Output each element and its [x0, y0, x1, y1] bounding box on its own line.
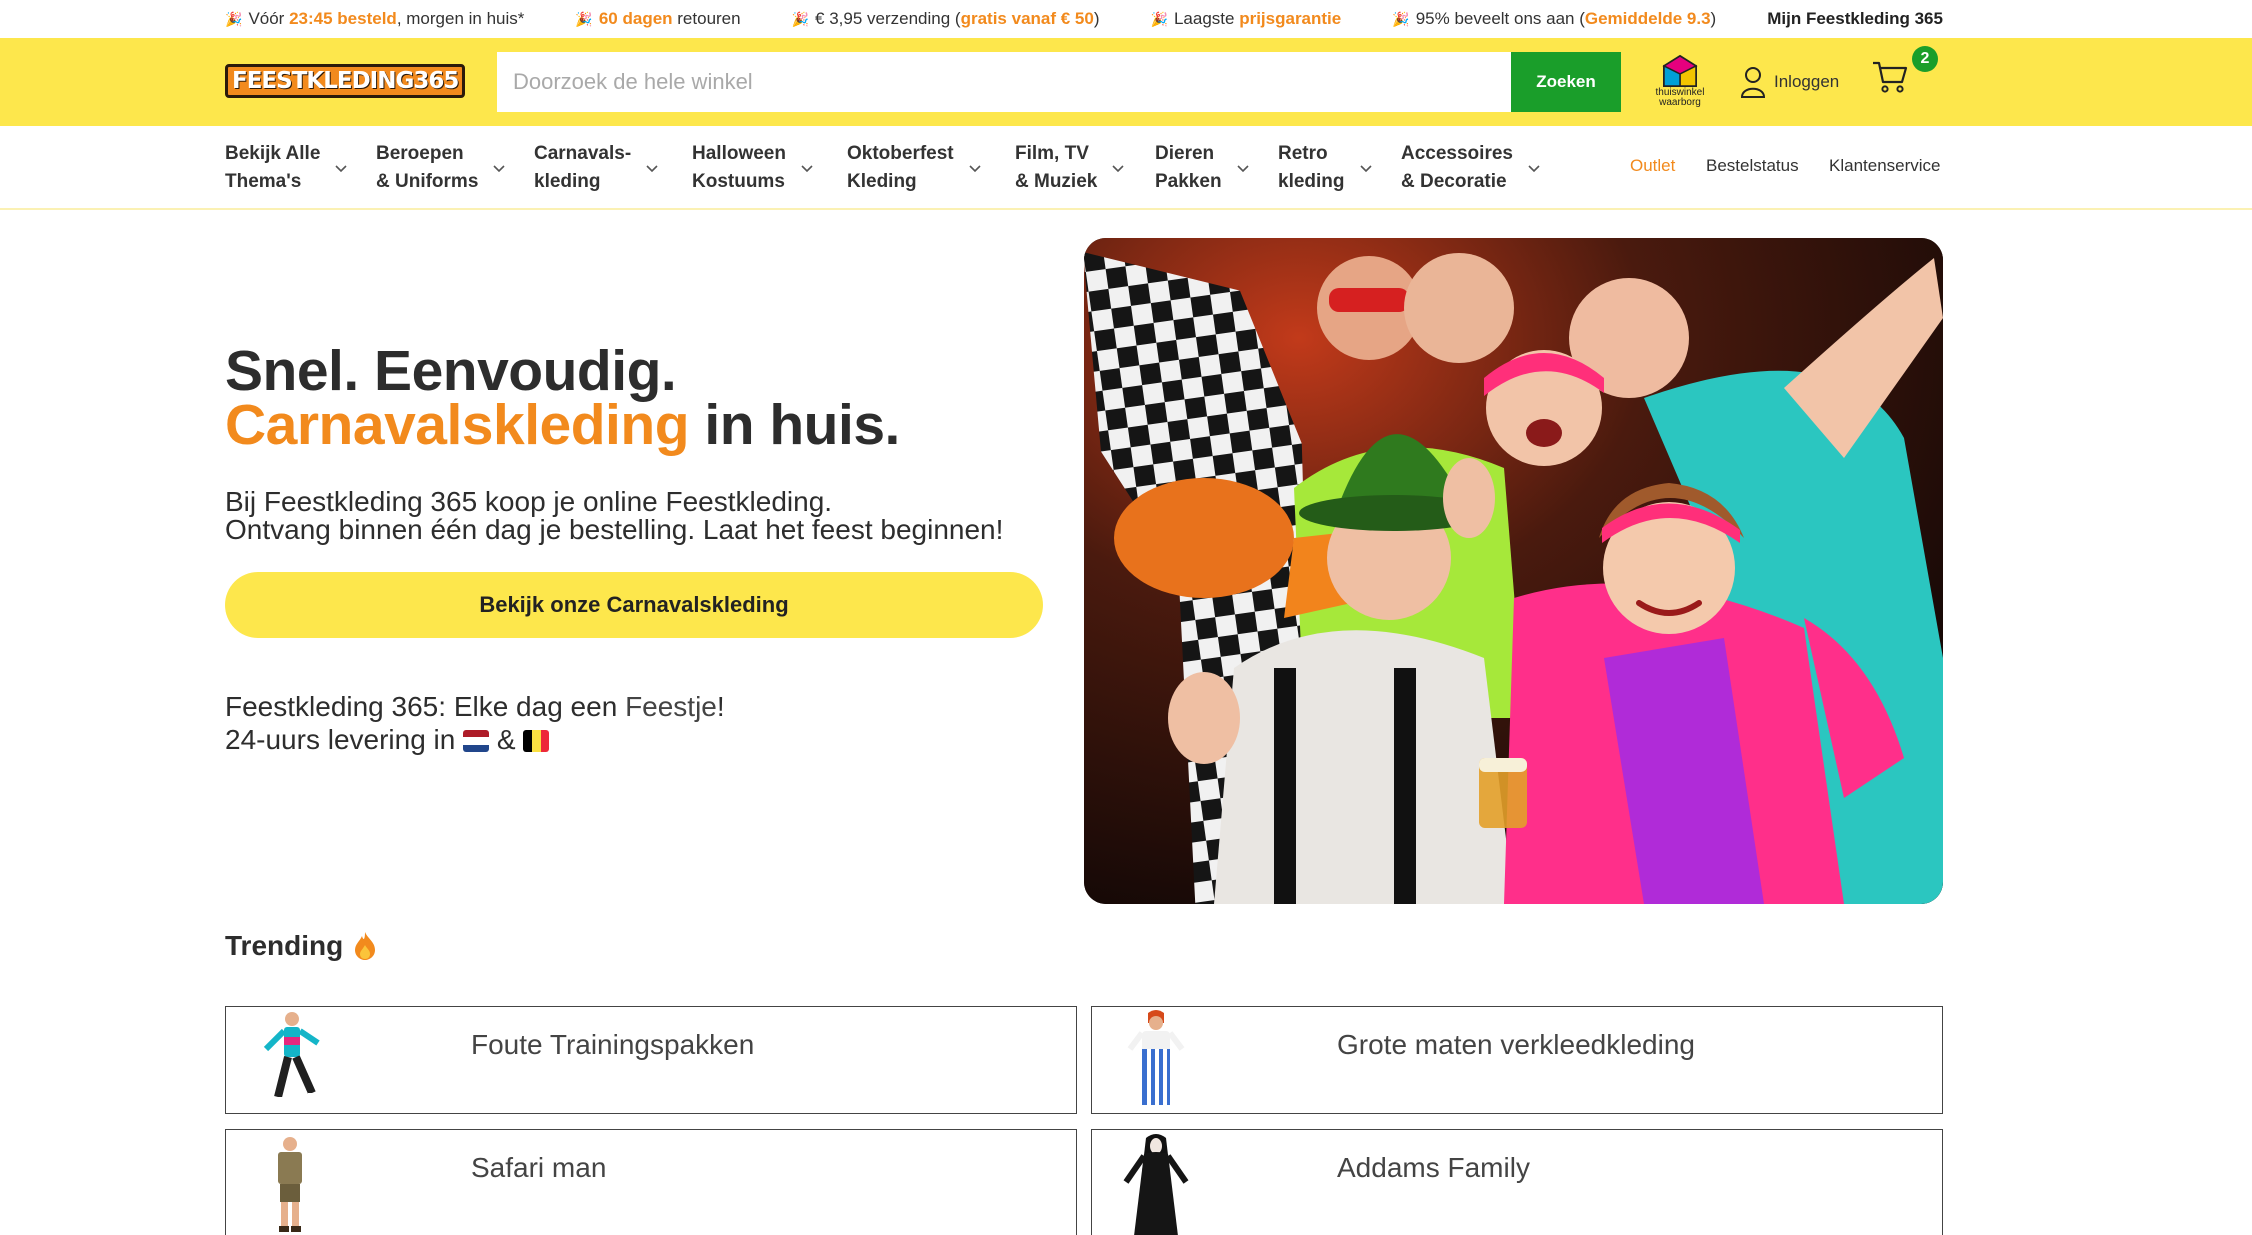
cart-button[interactable]: 2	[1872, 46, 1938, 104]
fire-icon	[355, 932, 376, 960]
nav-item-animal-suits[interactable]: Dieren Pakken	[1155, 140, 1250, 196]
chevron-down-icon	[646, 165, 658, 173]
nav-label: Accessoires & Decoratie	[1401, 143, 1513, 192]
party-crowd-illustration	[1084, 238, 1943, 904]
chevron-down-icon	[1359, 165, 1372, 173]
card-title: Foute Trainingspakken	[471, 1029, 755, 1060]
tagline-text: !	[716, 691, 725, 722]
view-carnival-button[interactable]: Bekijk onze Carnavalskleding	[225, 572, 1043, 638]
nav-outlet-link[interactable]: Outlet	[1630, 156, 1675, 176]
chevron-down-icon	[1528, 165, 1540, 173]
hero-heading-highlight: Carnavalskleding	[225, 393, 690, 457]
my-account-link[interactable]: Mijn Feestkleding 365	[1767, 9, 1943, 29]
thuiswinkel-waarborg-badge[interactable]: thuiswinkel waarborg	[1648, 54, 1712, 112]
user-icon	[1740, 67, 1766, 98]
search-button[interactable]: Zoeken	[1511, 52, 1621, 112]
trending-card-tracksuits[interactable]: Foute Trainingspakken	[225, 1006, 1077, 1114]
card-title: Addams Family	[1337, 1152, 1530, 1183]
shopping-cart-icon	[1873, 61, 1908, 93]
chevron-down-icon	[801, 165, 813, 173]
nav-label: Film, TV & Muziek	[1015, 143, 1098, 192]
party-popper-icon: 🎉	[575, 10, 593, 27]
nav-item-retro[interactable]: Retro kleding	[1278, 140, 1373, 196]
site-header: FEESTKLEDING365 Zoeken thuiswinkel waarb…	[0, 38, 2252, 126]
nav-item-professions[interactable]: Beroepen & Uniforms	[376, 140, 506, 196]
tagline-text: &	[489, 724, 524, 755]
usp-item: 🎉 € 3,95 verzending (gratis vanaf € 50)	[791, 9, 1100, 28]
main-navigation: Bekijk Alle Thema's Beroepen & Uniforms …	[0, 126, 2252, 210]
nav-item-accessories[interactable]: Accessoires & Decoratie	[1401, 140, 1541, 196]
nav-item-oktoberfest[interactable]: Oktoberfest Kleding	[847, 140, 982, 196]
feestje-link[interactable]: Feestje	[625, 691, 717, 722]
usp-bar: 🎉 Vóór 23:45 besteld, morgen in huis* 🎉 …	[0, 0, 2252, 38]
nav-label: Retro kleding	[1278, 143, 1345, 192]
trending-card-addams-family[interactable]: Addams Family	[1091, 1129, 1943, 1235]
usp-item: 🎉 Laagste prijsgarantie	[1150, 9, 1342, 28]
hero-subtitle: Bij Feestkleding 365 koop je online Fees…	[225, 488, 1003, 544]
hero-heading: Snel. Eenvoudig. Carnavalskleding in hui…	[225, 343, 900, 454]
party-popper-icon: 🎉	[225, 10, 243, 27]
chevron-down-icon	[1236, 165, 1249, 173]
chevron-down-icon	[493, 165, 505, 173]
tracksuit-costume-thumbnail	[263, 1012, 320, 1103]
addams-family-costume-thumbnail	[1123, 1134, 1189, 1235]
hero-subtitle-line: Ontvang binnen één dag je bestelling. La…	[225, 514, 1004, 545]
party-popper-icon: 🎉	[791, 10, 810, 27]
nav-item-halloween[interactable]: Halloween Kostuums	[692, 140, 814, 196]
trending-card-safari-man[interactable]: Safari man	[225, 1129, 1077, 1235]
hero-heading-line2: in huis.	[689, 393, 900, 457]
login-label: Inloggen	[1774, 72, 1840, 91]
safari-costume-thumbnail	[278, 1137, 302, 1232]
nav-label: Beroepen & Uniforms	[376, 143, 479, 192]
waarborg-label: waarborg	[1659, 97, 1701, 108]
card-title: Grote maten verkleedkleding	[1337, 1029, 1695, 1060]
flag-belgium-icon	[523, 730, 550, 752]
hero-tagline: Feestkleding 365: Elke dag een Feestje! …	[225, 690, 725, 756]
flag-netherlands-icon	[463, 730, 490, 752]
nav-label: Oktoberfest Kleding	[847, 143, 954, 192]
nav-item-film-tv-music[interactable]: Film, TV & Muziek	[1015, 140, 1125, 196]
usp-item: 🎉 Vóór 23:45 besteld, morgen in huis*	[225, 9, 525, 28]
hero-party-photo	[1084, 238, 1943, 904]
tagline-text: 24-uurs levering in	[225, 724, 464, 755]
search-bar: Zoeken	[497, 52, 1621, 112]
card-title: Safari man	[471, 1152, 607, 1183]
chevron-down-icon	[1112, 165, 1124, 173]
site-logo[interactable]: FEESTKLEDING365	[225, 64, 466, 98]
nav-order-status-link[interactable]: Bestelstatus	[1706, 156, 1799, 176]
trending-heading: Trending	[225, 930, 377, 962]
cart-count-badge: 2	[1912, 46, 1938, 72]
nav-item-carnival[interactable]: Carnavals- kleding	[534, 140, 659, 196]
party-popper-icon: 🎉	[1150, 10, 1168, 27]
hero-subtitle-line: Bij Feestkleding 365 koop je online Fees…	[225, 486, 833, 517]
nav-label: Halloween Kostuums	[692, 143, 786, 192]
nav-label: Dieren Pakken	[1155, 143, 1222, 192]
chevron-down-icon	[969, 165, 981, 173]
nav-label: Bekijk Alle Thema's	[225, 143, 321, 192]
trending-card-plus-size[interactable]: Grote maten verkleedkleding	[1091, 1006, 1943, 1114]
search-input[interactable]	[497, 52, 1511, 112]
login-link[interactable]: Inloggen	[1740, 64, 1839, 100]
usp-item: 🎉 95% beveelt ons aan (Gemiddelde 9.3)	[1392, 9, 1717, 28]
party-popper-icon: 🎉	[1392, 10, 1410, 27]
plus-size-costume-thumbnail	[1127, 1010, 1185, 1105]
tagline-text: Feestkleding 365: Elke dag een	[225, 691, 626, 722]
waarborg-house-icon	[1662, 54, 1698, 87]
nav-item-all-themes[interactable]: Bekijk Alle Thema's	[225, 140, 348, 196]
nav-customer-service-link[interactable]: Klantenservice	[1829, 156, 1941, 176]
usp-item: 🎉 60 dagen retouren	[575, 9, 741, 28]
trending-title: Trending	[225, 930, 344, 961]
nav-label: Carnavals- kleding	[534, 143, 632, 192]
chevron-down-icon	[335, 165, 347, 173]
